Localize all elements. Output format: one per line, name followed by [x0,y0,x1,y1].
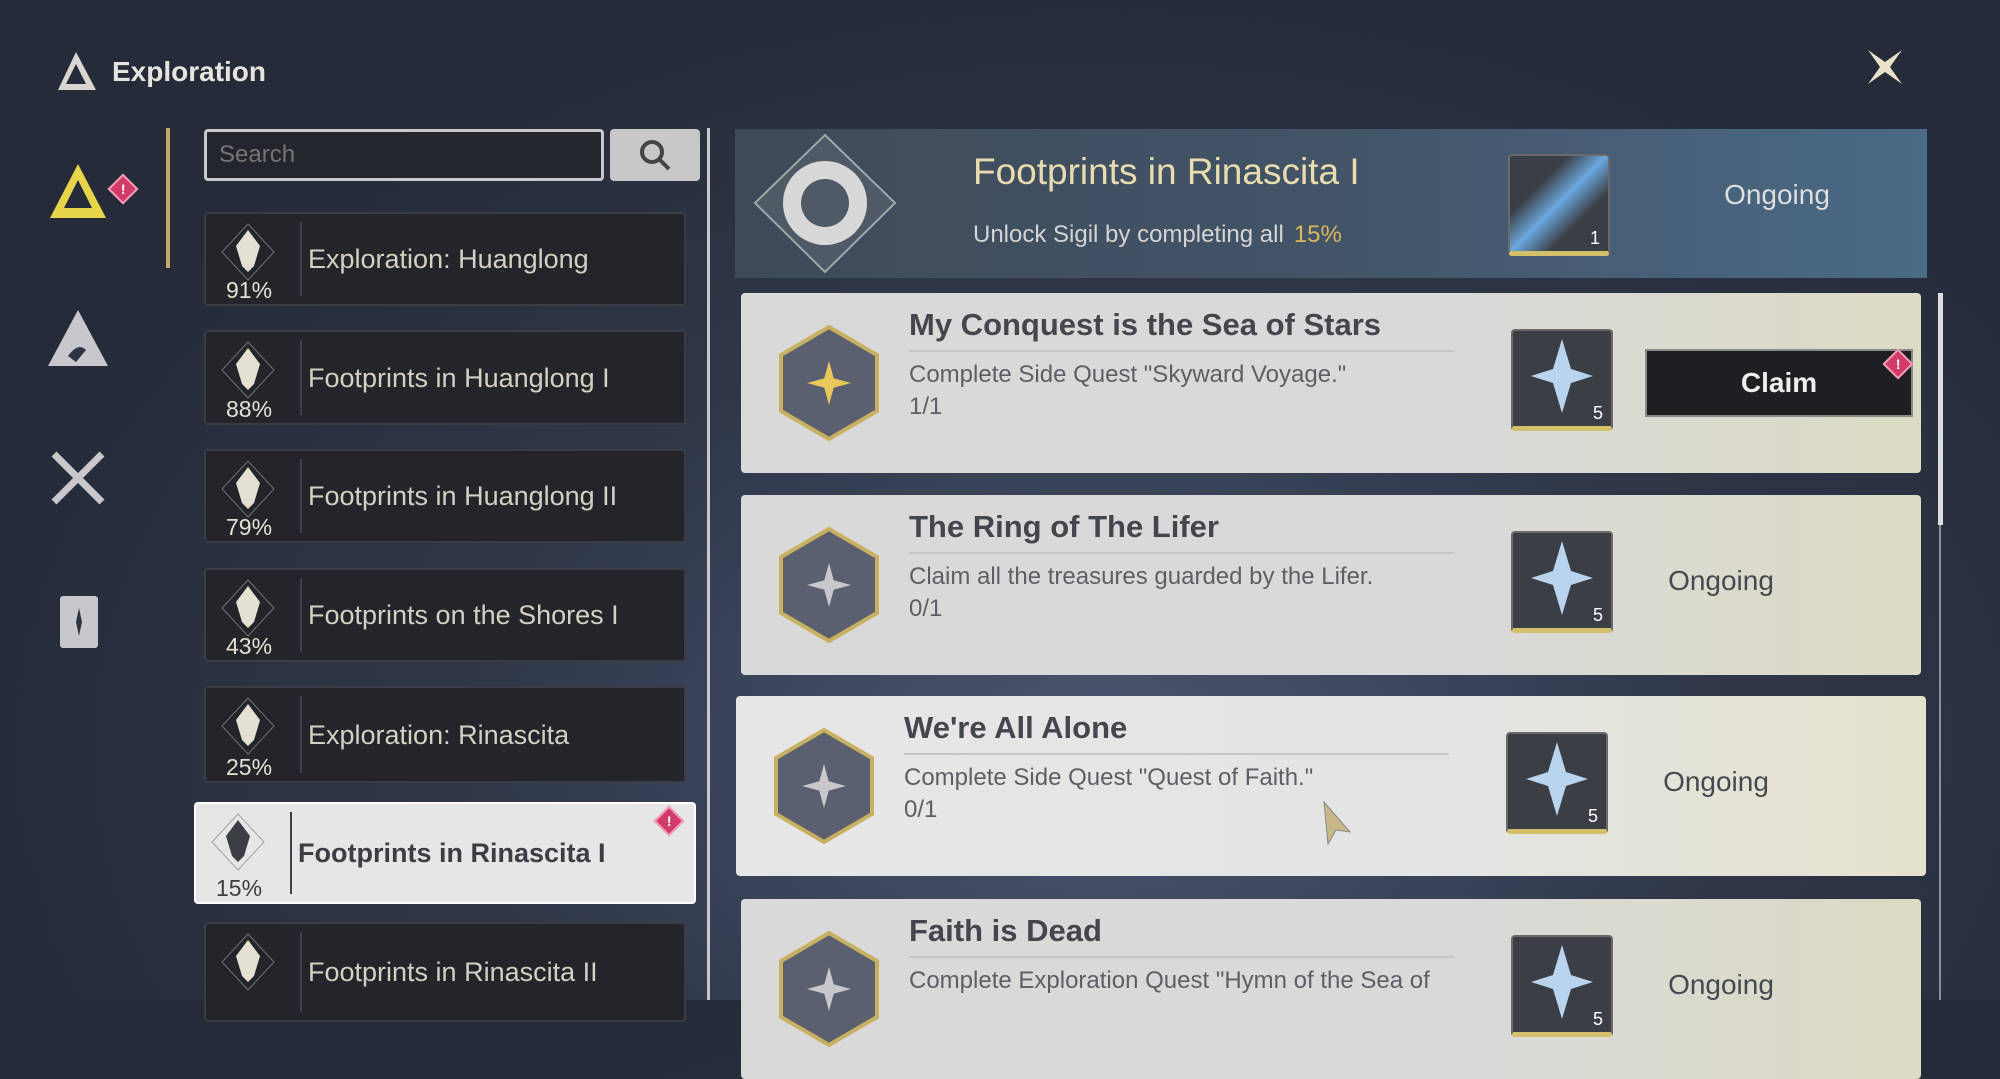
sigil-status: Ongoing [1724,179,1830,210]
separator [300,578,302,652]
divider [904,753,1449,755]
list-item[interactable]: Footprints on the Shores I 43% [204,568,686,662]
quest-card[interactable]: My Conquest is the Sea of Stars Complete… [741,293,1921,473]
list-item-progress: 43% [226,633,273,659]
region-emblem-icon [221,579,275,637]
quest-star-icon [779,527,879,643]
region-emblem-icon [221,933,275,991]
quest-progress: 0/1 [904,796,938,823]
list-item-name: Footprints in Huanglong II [308,481,618,511]
quest-star-icon [774,728,874,844]
scrollbar-thumb[interactable] [1938,293,1943,525]
exploration-logo-icon [58,52,96,90]
list-item-name: Footprints in Rinascita I [298,838,606,868]
quest-title: My Conquest is the Sea of Stars [909,307,1381,342]
sigil-progress: 15% [1293,221,1342,248]
separator [300,459,302,533]
sigil-title: Footprints in Rinascita I [973,151,1360,192]
list-item[interactable]: Exploration: Rinascita 25% [204,686,686,783]
quest-status: Ongoing [1663,766,1769,797]
separator [300,696,302,773]
list-item[interactable]: Footprints in Huanglong II 79% [204,449,686,543]
quest-reward[interactable]: 5 [1511,329,1613,431]
quest-reward[interactable]: 5 [1506,732,1608,834]
quest-status: Ongoing [1668,565,1774,596]
quest-title: Faith is Dead [909,913,1102,948]
rinascita-sigil-icon [753,133,897,274]
search-input[interactable] [204,129,604,181]
list-item-name: Exploration: Huanglong [308,244,589,274]
notification-badge: ! [107,173,139,205]
quest-progress: 1/1 [909,393,943,420]
nav-crossed-swords-icon[interactable] [46,446,110,510]
quest-description: Complete Side Quest "Skyward Voyage." [909,361,1347,388]
separator [290,812,292,894]
quest-status: Ongoing [1668,969,1774,1000]
quest-reward[interactable]: 5 [1511,935,1613,1037]
nav-book-icon[interactable] [46,590,110,654]
list-item-progress: 91% [226,277,273,303]
search-button[interactable] [610,129,700,181]
list-item-progress: 88% [226,396,273,422]
sigil-header: Footprints in Rinascita I Unlock Sigil b… [735,129,1927,278]
notification-badge: ! [1882,348,1914,380]
quest-title: The Ring of The Lifer [909,509,1219,544]
list-item-progress: 79% [226,514,273,540]
list-item-progress: 25% [226,754,273,780]
nav-mountain-icon[interactable] [46,306,110,370]
region-emblem-icon [211,813,265,871]
quest-description: Complete Exploration Quest "Hymn of the … [909,967,1430,994]
quest-title: We're All Alone [904,710,1128,745]
sigil-subtitle: Unlock Sigil by completing all 15% [973,221,1342,248]
divider [909,552,1454,554]
search-icon [640,140,671,171]
separator [300,340,302,415]
quest-progress: 0/1 [909,595,943,622]
list-item-progress: 15% [216,875,263,901]
list-item-name: Footprints in Rinascita II [308,957,598,987]
quest-card[interactable]: The Ring of The Lifer Claim all the trea… [741,495,1921,675]
close-icon[interactable] [1860,42,1910,92]
nav-exploration-icon[interactable] [46,160,110,224]
quest-star-icon [779,325,879,441]
divider [909,350,1454,352]
region-emblem-icon [221,460,275,518]
region-emblem-icon [221,697,275,755]
quest-description: Claim all the treasures guarded by the L… [909,563,1374,590]
mouse-cursor-icon [1323,800,1352,846]
region-emblem-icon [221,223,275,281]
quest-description: Complete Side Quest "Quest of Faith." [904,764,1314,791]
panel-divider [707,128,710,1000]
list-item[interactable]: Exploration: Huanglong 91% [204,212,686,306]
list-item-name: Exploration: Rinascita [308,719,570,750]
list-item[interactable]: Footprints in Huanglong I 88% [204,330,686,425]
quest-reward[interactable]: 5 [1511,531,1613,633]
claim-button[interactable]: Claim! [1645,348,1914,417]
nav-active-indicator [166,128,170,268]
page-title: Exploration [112,56,267,87]
quest-card[interactable]: We're All Alone Complete Side Quest "Que… [736,696,1926,876]
separator [300,932,302,1012]
divider [909,956,1454,958]
list-item-name: Footprints in Huanglong I [308,362,610,393]
notification-badge: ! [653,805,685,837]
sigil-reward[interactable]: 1 [1508,154,1610,256]
list-item-name: Footprints on the Shores I [308,600,619,630]
list-item[interactable]: Footprints in Rinascita II [204,922,686,1022]
separator [300,222,302,296]
list-item[interactable]: Footprints in Rinascita I 15%! [194,802,696,904]
quest-card[interactable]: Faith is Dead Complete Exploration Quest… [741,899,1921,1079]
quest-star-icon [779,931,879,1047]
region-emblem-icon [221,341,275,399]
